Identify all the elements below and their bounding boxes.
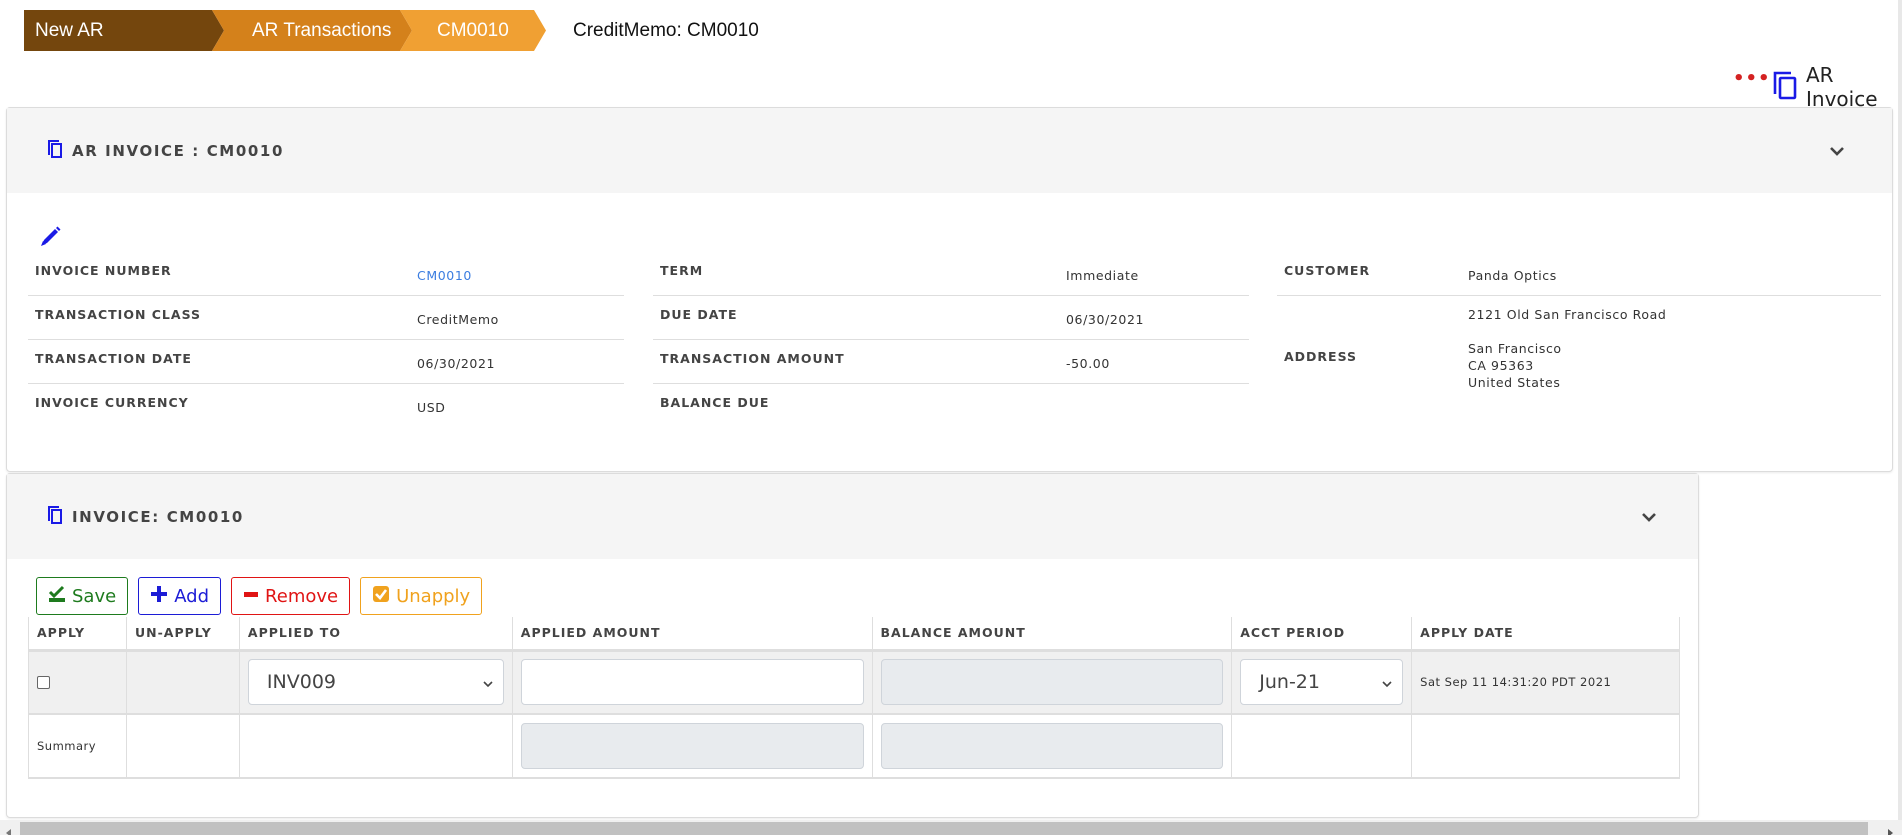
chevron-down-icon[interactable] <box>1634 502 1664 532</box>
column-header-applied-amount: APPLIED AMOUNT <box>511 617 873 652</box>
column-header-un-apply: UN-APPLY <box>125 617 240 652</box>
invoice-number-link[interactable]: CM0010 <box>417 268 472 283</box>
column-header-apply: APPLY <box>28 617 127 652</box>
detail-row-address: ADDRESS 2121 Old San Francisco Road San … <box>1277 296 1881 396</box>
detail-row-invoice-number: INVOICE NUMBER CM0010 <box>28 252 624 296</box>
address-line: CA 95363 <box>1468 358 1534 373</box>
apply-toolbar: Save Add Remove Unapply <box>36 577 483 615</box>
ar-invoice-label: AR Invoice <box>1806 63 1878 111</box>
save-button[interactable]: Save <box>36 577 129 615</box>
unapply-button-label: Unapply <box>396 585 471 607</box>
detail-label: TERM <box>660 263 704 278</box>
detail-value: 06/30/2021 <box>417 356 496 371</box>
add-button[interactable]: Add <box>138 577 222 615</box>
customer-value: Panda Optics <box>1468 268 1557 283</box>
summary-applied-amount <box>520 723 864 769</box>
ar-invoice-card: AR INVOICE : CM0010 INVOICE NUMBER CM001… <box>6 107 1893 472</box>
copy-icon <box>1772 70 1798 104</box>
scroll-right-arrow-icon[interactable] <box>1885 823 1895 835</box>
detail-column-3: CUSTOMER Panda Optics ADDRESS 2121 Old S… <box>1277 252 1881 396</box>
detail-row-term: TERM Immediate <box>653 252 1249 296</box>
unapply-button[interactable]: Unapply <box>360 577 483 615</box>
save-button-label: Save <box>72 585 117 607</box>
detail-value: USD <box>417 400 446 415</box>
detail-value: -50.00 <box>1066 356 1110 371</box>
detail-label: TRANSACTION AMOUNT <box>660 351 845 366</box>
detail-row-customer: CUSTOMER Panda Optics <box>1277 252 1881 296</box>
breadcrumb-item-new-ar-transactions[interactable]: New AR Transactions <box>24 10 224 51</box>
detail-row-invoice-currency: INVOICE CURRENCY USD <box>28 384 624 428</box>
remove-button-label: Remove <box>265 585 339 607</box>
chevron-down-icon <box>1382 671 1392 693</box>
acct-period-value: Jun-21 <box>1259 671 1320 694</box>
page-title: CreditMemo: CM0010 <box>573 20 759 41</box>
detail-label: CUSTOMER <box>1284 263 1371 278</box>
address-line: 2121 Old San Francisco Road <box>1468 307 1667 322</box>
detail-row-transaction-amount: TRANSACTION AMOUNT -50.00 <box>653 340 1249 384</box>
detail-row-balance-due: BALANCE DUE <box>653 384 1249 428</box>
detail-column-2: TERM Immediate DUE DATE 06/30/2021 TRANS… <box>653 252 1249 428</box>
column-header-apply-date: APPLY DATE <box>1411 617 1680 652</box>
address-line: San Francisco <box>1468 341 1562 356</box>
detail-row-transaction-date: TRANSACTION DATE 06/30/2021 <box>28 340 624 384</box>
add-button-label: Add <box>174 585 210 607</box>
check-square-icon <box>372 585 390 608</box>
pencil-icon[interactable] <box>37 224 63 250</box>
detail-label: INVOICE CURRENCY <box>35 395 189 410</box>
summary-row: Summary <box>28 714 1680 779</box>
detail-label: ADDRESS <box>1284 349 1358 364</box>
detail-value: CreditMemo <box>417 312 499 327</box>
horizontal-scrollbar[interactable] <box>0 820 1902 835</box>
breadcrumb: New AR Transactions AR Transactions CM00… <box>24 10 546 51</box>
remove-button[interactable]: Remove <box>231 577 351 615</box>
detail-label: DUE DATE <box>660 307 738 322</box>
more-dots-icon[interactable]: ••• <box>1733 70 1771 88</box>
vertical-scrollbar[interactable] <box>1898 0 1902 820</box>
ar-invoice-card-header[interactable]: AR INVOICE : CM0010 <box>7 108 1892 193</box>
chevron-down-icon[interactable] <box>1822 136 1852 166</box>
detail-label: TRANSACTION DATE <box>35 351 192 366</box>
plus-icon <box>150 585 168 608</box>
breadcrumb-item-ar-transactions[interactable]: AR Transactions <box>212 10 412 51</box>
detail-row-transaction-class: TRANSACTION CLASS CreditMemo <box>28 296 624 340</box>
horizontal-scroll-thumb[interactable] <box>20 822 1868 835</box>
column-header-balance-amount: BALANCE AMOUNT <box>871 617 1233 652</box>
detail-column-1: INVOICE NUMBER CM0010 TRANSACTION CLASS … <box>28 252 624 428</box>
minus-icon <box>243 585 259 608</box>
table-header-row: APPLY UN-APPLY APPLIED TO APPLIED AMOUNT… <box>28 617 1680 652</box>
column-header-applied-to: APPLIED TO <box>238 617 513 652</box>
invoice-apply-card-header[interactable]: INVOICE: CM0010 <box>7 474 1698 559</box>
table-row: INV009 Jun-21 Sat Sep 11 14:31:20 PDT 20… <box>28 650 1680 715</box>
ar-invoice-link[interactable]: AR Invoice <box>1772 63 1902 111</box>
acct-period-select[interactable]: Jun-21 <box>1240 659 1404 706</box>
breadcrumb-item-cm0010[interactable]: CM0010 <box>400 10 546 51</box>
applied-to-value: INV009 <box>266 671 337 694</box>
copy-icon <box>47 505 63 529</box>
applied-to-select[interactable]: INV009 <box>247 659 504 706</box>
summary-label: Summary <box>28 714 127 779</box>
address-line: United States <box>1468 375 1561 390</box>
apply-table: APPLY UN-APPLY APPLIED TO APPLIED AMOUNT… <box>28 617 1680 779</box>
detail-value: Immediate <box>1066 268 1139 283</box>
apply-checkbox[interactable] <box>37 675 50 689</box>
summary-balance-amount <box>880 723 1224 769</box>
address-value: 2121 Old San Francisco Road San Francisc… <box>1468 306 1666 391</box>
invoice-apply-card-title: INVOICE: CM0010 <box>72 507 244 526</box>
detail-label: BALANCE DUE <box>660 395 770 410</box>
detail-label: TRANSACTION CLASS <box>35 307 202 322</box>
invoice-apply-card: INVOICE: CM0010 Save Add Remove Unapply … <box>6 473 1699 818</box>
detail-label: INVOICE NUMBER <box>35 263 172 278</box>
balance-amount-input <box>880 659 1224 706</box>
ar-invoice-card-title: AR INVOICE : CM0010 <box>72 141 284 160</box>
copy-icon <box>47 139 63 163</box>
applied-amount-input[interactable] <box>520 659 864 706</box>
scroll-left-arrow-icon[interactable] <box>4 823 14 835</box>
detail-row-due-date: DUE DATE 06/30/2021 <box>653 296 1249 340</box>
detail-value: 06/30/2021 <box>1066 312 1145 327</box>
save-check-icon <box>48 585 66 608</box>
un-apply-cell <box>125 650 240 715</box>
chevron-down-icon <box>483 671 493 693</box>
apply-date-value: Sat Sep 11 14:31:20 PDT 2021 <box>1411 650 1680 715</box>
column-header-acct-period: ACCT PERIOD <box>1231 617 1413 652</box>
